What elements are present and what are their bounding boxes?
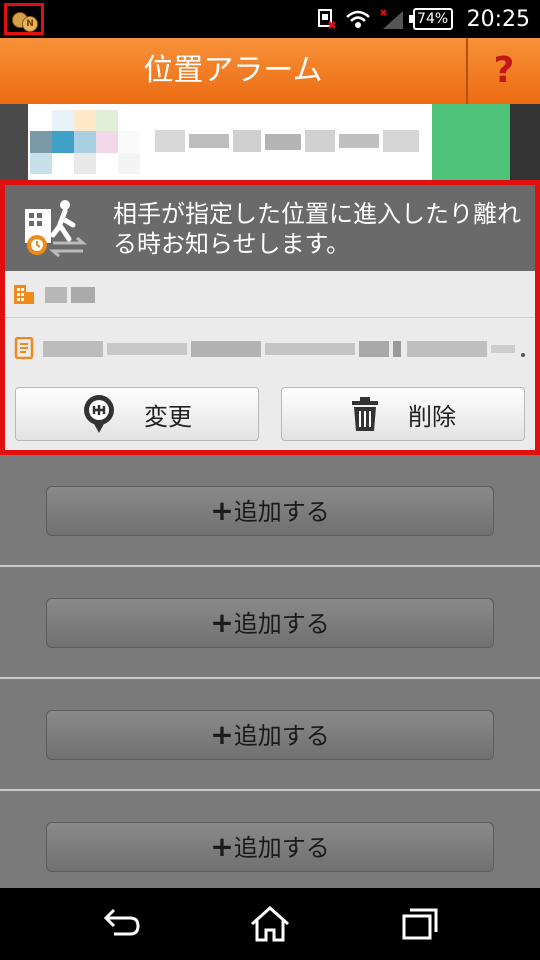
add-slot: +追加する <box>0 455 540 567</box>
location-name-row <box>5 271 535 318</box>
alarm-description: 相手が指定した位置に進入したり離れる時お知らせします。 <box>113 200 521 258</box>
change-button[interactable]: 変更 <box>15 387 259 441</box>
map-pin-icon <box>84 395 114 433</box>
add-button-label: 追加する <box>233 498 330 526</box>
add-button[interactable]: +追加する <box>46 486 494 536</box>
ad-image-green <box>432 104 510 180</box>
alarm-description-header: 相手が指定した位置に進入したり離れる時お知らせします。 <box>5 185 535 271</box>
change-button-label: 変更 <box>144 402 192 431</box>
location-alarm-icon <box>25 200 88 257</box>
address-row <box>5 319 535 379</box>
alarm-card: 相手が指定した位置に進入したり離れる時お知らせします。 変更 削除 <box>0 180 540 455</box>
ad-banner[interactable] <box>0 104 540 180</box>
add-slot: +追加する <box>0 791 540 888</box>
add-button-label: 追加する <box>233 610 330 638</box>
trash-icon <box>352 397 378 431</box>
wifi-icon <box>345 10 370 28</box>
ad-image <box>30 110 140 174</box>
plus-icon: + <box>210 494 234 527</box>
add-button[interactable]: +追加する <box>46 710 494 760</box>
app-notification-icon: N <box>4 3 44 35</box>
navigation-bar <box>0 888 540 960</box>
add-slot: +追加する <box>0 679 540 791</box>
plus-icon: + <box>210 830 234 863</box>
delete-button[interactable]: 削除 <box>281 387 525 441</box>
add-slot: +追加する <box>0 567 540 679</box>
delete-button-label: 削除 <box>408 402 456 431</box>
add-button-label: 追加する <box>233 834 330 862</box>
address-redacted <box>43 341 525 357</box>
no-sim-icon <box>317 9 336 29</box>
ad-text <box>155 130 419 152</box>
signal-icon <box>379 9 403 29</box>
plus-icon: + <box>210 606 234 639</box>
recents-icon[interactable] <box>398 904 442 944</box>
app-badge-letter: N <box>22 16 38 32</box>
page-title: 位置アラーム <box>143 53 323 88</box>
building-icon <box>14 285 34 304</box>
app-header: 位置アラーム ? <box>0 38 540 104</box>
status-bar: N 74% 20:25 <box>0 0 540 38</box>
battery-indicator: 74% <box>408 8 453 30</box>
add-button-label: 追加する <box>233 722 330 750</box>
ad-block <box>0 104 28 180</box>
clock: 20:25 <box>466 6 530 32</box>
address-icon <box>14 337 34 359</box>
add-button[interactable]: +追加する <box>46 822 494 872</box>
add-button[interactable]: +追加する <box>46 598 494 648</box>
plus-icon: + <box>210 718 234 751</box>
location-name-redacted <box>45 287 95 303</box>
help-button[interactable]: ? <box>468 38 540 104</box>
back-icon[interactable] <box>100 904 144 944</box>
home-icon[interactable] <box>248 904 292 944</box>
ad-block <box>510 104 540 180</box>
